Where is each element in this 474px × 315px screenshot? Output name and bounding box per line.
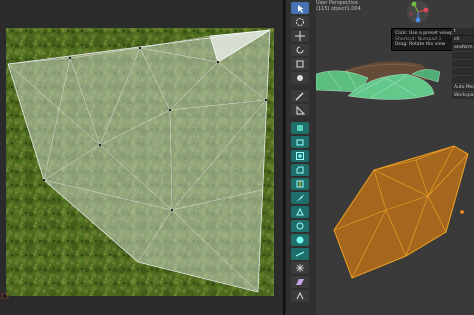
n-panel-row[interactable]: Auto Mer (452, 84, 474, 91)
shear-icon[interactable] (291, 276, 309, 288)
selected-orange-mesh (333, 145, 469, 279)
smooth-icon[interactable] (291, 234, 309, 246)
n-panel-row[interactable] (452, 68, 474, 75)
n-panel-row[interactable]: Workspace (452, 92, 474, 99)
extrude-icon[interactable] (291, 136, 309, 148)
n-panel-row[interactable]: ansform (452, 44, 474, 51)
select-cursor-icon[interactable] (291, 2, 309, 14)
uv-canvas[interactable] (0, 0, 283, 315)
object-origin-icon (460, 210, 464, 214)
n-panel-row[interactable] (452, 60, 474, 67)
loop-cut-icon[interactable] (291, 178, 309, 190)
scale-icon[interactable] (291, 58, 309, 70)
sidebar-n-panel[interactable]: t cti ansform Auto Mer Workspace (452, 28, 474, 100)
bevel-icon[interactable] (291, 164, 309, 176)
spin-icon[interactable] (291, 220, 309, 232)
knife-icon[interactable] (291, 192, 309, 204)
3d-viewport[interactable]: User Perspective (115) object1.004 Click… (316, 0, 474, 315)
shrink-fatten-icon[interactable] (291, 262, 309, 274)
inset-icon[interactable] (291, 150, 309, 162)
n-panel-row[interactable]: cti (452, 36, 474, 43)
add-cube-icon[interactable] (291, 122, 309, 134)
tool-shelf (286, 0, 316, 315)
editor-divider[interactable] (283, 0, 285, 315)
n-panel-row[interactable] (452, 52, 474, 59)
measure-icon[interactable] (291, 104, 309, 116)
rip-icon[interactable] (291, 290, 309, 302)
rotate-icon[interactable] (291, 44, 309, 56)
uv-editor[interactable] (0, 0, 283, 315)
viewport-object-label: (115) object1.004 (316, 6, 361, 12)
cursor-icon[interactable] (291, 16, 309, 28)
annotate-icon[interactable] (291, 90, 309, 102)
n-panel-row[interactable]: t (452, 28, 474, 35)
transform-icon[interactable] (291, 72, 309, 84)
poly-build-icon[interactable] (291, 206, 309, 218)
navigation-gizmo-icon[interactable] (404, 0, 432, 24)
edge-slide-icon[interactable] (291, 248, 309, 260)
move-icon[interactable] (291, 30, 309, 42)
n-panel-row[interactable] (452, 76, 474, 83)
